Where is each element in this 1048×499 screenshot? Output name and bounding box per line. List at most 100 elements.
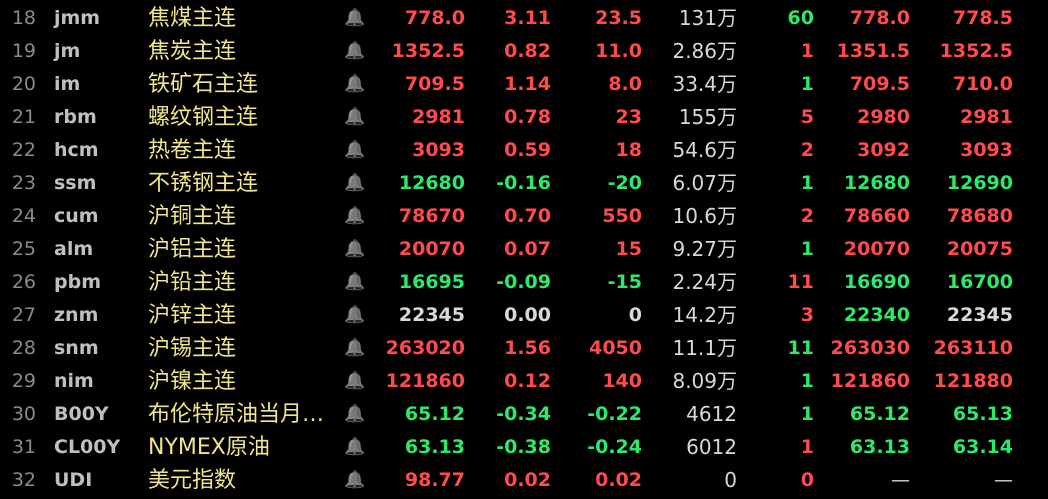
volume: 8.09万	[672, 369, 737, 393]
change-percent: 0.12	[504, 370, 551, 392]
table-row[interactable]: 24 cum 沪铜主连 🔔 78670 0.70 550 10.6万 2 78660 78680	[0, 200, 1048, 233]
contract-name[interactable]: 沪锡主连	[148, 332, 338, 365]
table-row[interactable]: 31 CL00Y NYMEX原油 🔔 63.13 -0.38 -0.24 6012 1 63.13…	[0, 431, 1048, 464]
change-amount: 8.0	[608, 73, 642, 95]
table-row[interactable]: 28 snm 沪锡主连 🔔 263020 1.56 4050 11.1万 11 263030 263…	[0, 332, 1048, 365]
bell-icon[interactable]: 🔔	[344, 101, 365, 134]
bid-price: 2980	[857, 106, 910, 128]
contract-name[interactable]: 铁矿石主连	[148, 68, 338, 101]
table-row[interactable]: 26 pbm 沪铅主连 🔔 16695 -0.09 -15 2.24万 11 16690 16700	[0, 266, 1048, 299]
tick-count: 5	[800, 106, 814, 128]
contract-code: jm	[54, 40, 81, 62]
change-percent: 0.59	[504, 139, 551, 161]
tick-count: 3	[800, 304, 814, 326]
change-amount: -0.22	[587, 403, 642, 425]
tick-count: 1	[800, 403, 814, 425]
table-row[interactable]: 27 znm 沪锌主连 🔔 22345 0.00 0 14.2万 3 22340 22345	[0, 299, 1048, 332]
ask-price: 3093	[960, 139, 1013, 161]
contract-name[interactable]: 沪铜主连	[148, 200, 338, 233]
ask-price: 20075	[946, 238, 1013, 260]
quote-table: 18 jmm 焦煤主连 🔔 778.0 3.11 23.5 131万 60 778.0 778.5 1…	[0, 0, 1048, 499]
table-row[interactable]: 25 alm 沪铝主连 🔔 20070 0.07 15 9.27万 1 20070 20075	[0, 233, 1048, 266]
bid-price: 63.13	[849, 436, 910, 458]
last-price: 22345	[398, 304, 465, 326]
contract-name[interactable]: 沪铝主连	[148, 233, 338, 266]
bell-icon[interactable]: 🔔	[344, 167, 365, 200]
contract-name[interactable]: 沪镍主连	[148, 365, 338, 398]
last-price: 263020	[385, 337, 465, 359]
last-price: 78670	[398, 205, 465, 227]
bid-price: 20070	[843, 238, 910, 260]
bell-icon[interactable]: 🔔	[344, 431, 365, 464]
contract-name[interactable]: 沪锌主连	[148, 299, 338, 332]
contract-code: im	[54, 73, 81, 95]
bid-price: 121860	[830, 370, 910, 392]
ask-price: 1352.5	[939, 40, 1013, 62]
table-row[interactable]: 21 rbm 螺纹钢主连 🔔 2981 0.78 23 155万 5 2980 2981	[0, 101, 1048, 134]
contract-name[interactable]: 沪铅主连	[148, 266, 338, 299]
row-index: 32	[11, 469, 36, 491]
table-row[interactable]: 29 nim 沪镍主连 🔔 121860 0.12 140 8.09万 1 121860 12188…	[0, 365, 1048, 398]
row-index: 24	[11, 205, 36, 227]
bell-icon[interactable]: 🔔	[344, 299, 365, 332]
volume: 2.86万	[672, 39, 737, 63]
last-price: 778.0	[404, 7, 465, 29]
bell-icon[interactable]: 🔔	[344, 398, 365, 431]
change-percent: 0.07	[504, 238, 551, 260]
contract-name[interactable]: 布伦特原油当月连续	[148, 398, 338, 431]
last-price: 1352.5	[391, 40, 465, 62]
row-index: 23	[11, 172, 36, 194]
volume: 0	[724, 468, 737, 492]
bid-price: 12680	[843, 172, 910, 194]
bell-icon[interactable]: 🔔	[344, 35, 365, 68]
table-row[interactable]: 22 hcm 热卷主连 🔔 3093 0.59 18 54.6万 2 3092 3093	[0, 134, 1048, 167]
bell-icon[interactable]: 🔔	[344, 68, 365, 101]
change-amount: -15	[607, 271, 642, 293]
bell-icon[interactable]: 🔔	[344, 464, 365, 497]
table-row[interactable]: 32 UDI 美元指数 🔔 98.77 0.02 0.02 0 0 — —	[0, 464, 1048, 497]
table-row[interactable]: 30 B00Y 布伦特原油当月连续 🔔 65.12 -0.34 -0.22 4612 1 65.1…	[0, 398, 1048, 431]
bell-icon[interactable]: 🔔	[344, 332, 365, 365]
bell-icon[interactable]: 🔔	[344, 200, 365, 233]
ask-price: 78680	[946, 205, 1013, 227]
bell-icon[interactable]: 🔔	[344, 134, 365, 167]
bid-price: 709.5	[849, 73, 910, 95]
tick-count: 1	[800, 370, 814, 392]
ask-price: 22345	[946, 304, 1013, 326]
table-row[interactable]: 18 jmm 焦煤主连 🔔 778.0 3.11 23.5 131万 60 778.0 778.5	[0, 2, 1048, 35]
last-price: 709.5	[404, 73, 465, 95]
table-row[interactable]: 23 ssm 不锈钢主连 🔔 12680 -0.16 -20 6.07万 1 12680 12690	[0, 167, 1048, 200]
contract-name[interactable]: 螺纹钢主连	[148, 101, 338, 134]
bell-icon[interactable]: 🔔	[344, 233, 365, 266]
contract-code: cum	[54, 205, 99, 227]
bid-price: 65.12	[849, 403, 910, 425]
ask-price: 2981	[960, 106, 1013, 128]
table-row[interactable]: 20 im 铁矿石主连 🔔 709.5 1.14 8.0 33.4万 1 709.5 710.0	[0, 68, 1048, 101]
bell-icon[interactable]: 🔔	[344, 365, 365, 398]
contract-name[interactable]: 美元指数	[148, 464, 338, 497]
contract-name[interactable]: NYMEX原油	[148, 431, 338, 464]
last-price: 16695	[398, 271, 465, 293]
contract-name[interactable]: 焦炭主连	[148, 35, 338, 68]
bid-price: 16690	[843, 271, 910, 293]
bell-icon[interactable]: 🔔	[344, 2, 365, 35]
change-amount: 15	[615, 238, 642, 260]
last-price: 121860	[385, 370, 465, 392]
row-index: 26	[11, 271, 36, 293]
change-amount: 18	[615, 139, 642, 161]
contract-name[interactable]: 焦煤主连	[148, 2, 338, 35]
contract-code: alm	[54, 238, 94, 260]
table-row[interactable]: 19 jm 焦炭主连 🔔 1352.5 0.82 11.0 2.86万 1 1351.5 1352.…	[0, 35, 1048, 68]
volume: 33.4万	[672, 72, 737, 96]
ask-price: 710.0	[952, 73, 1013, 95]
bid-price: —	[891, 469, 910, 491]
contract-code: ssm	[54, 172, 97, 194]
contract-name[interactable]: 热卷主连	[148, 134, 338, 167]
bid-price: 263030	[830, 337, 910, 359]
change-percent: 0.70	[504, 205, 551, 227]
contract-name[interactable]: 不锈钢主连	[148, 167, 338, 200]
contract-code: znm	[54, 304, 99, 326]
bell-icon[interactable]: 🔔	[344, 266, 365, 299]
change-percent: 0.82	[504, 40, 551, 62]
last-price: 65.12	[404, 403, 465, 425]
